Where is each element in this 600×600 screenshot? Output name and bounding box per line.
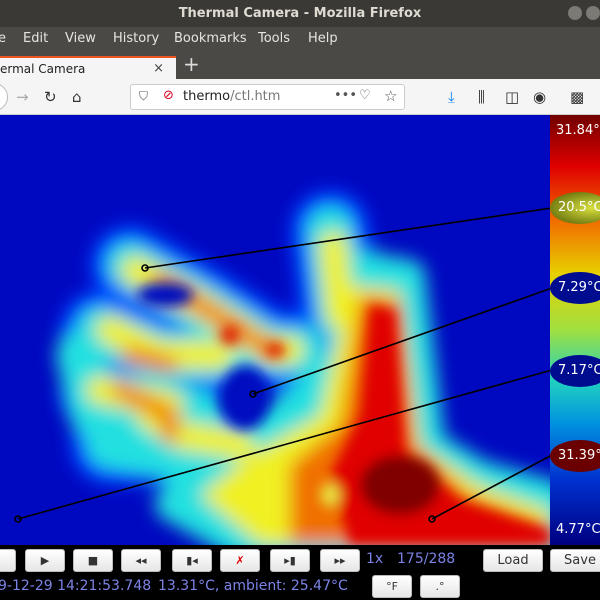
menu-file[interactable]: e xyxy=(0,31,6,46)
extension-gift-icon[interactable]: ▩ xyxy=(570,88,584,106)
temperature-reading: 13.31°C, ambient: 25.47°C xyxy=(158,578,348,594)
url-text[interactable]: thermo/ctl.htm xyxy=(183,89,280,104)
frame-counter: 175/288 xyxy=(397,551,456,567)
temperature-scale-bar: 31.84°C 4.77°C xyxy=(550,115,600,545)
rewind-button[interactable]: ◂◂ xyxy=(121,549,161,572)
reload-icon[interactable]: ↻ xyxy=(44,88,57,106)
maximize-button[interactable] xyxy=(586,6,600,20)
fast-forward-button[interactable]: ▸▸ xyxy=(320,549,360,572)
minimize-button[interactable] xyxy=(568,6,582,20)
menu-help[interactable]: Help xyxy=(308,31,338,46)
skip-back-button[interactable]: ▮◂ xyxy=(172,549,212,572)
url-host: thermo xyxy=(183,89,231,104)
menu-tools[interactable]: Tools xyxy=(258,31,290,46)
play-button[interactable]: ▶ xyxy=(25,549,65,572)
load-button[interactable]: Load xyxy=(483,549,543,572)
insecure-lock-icon: ⊘ xyxy=(163,88,174,103)
tab-bar: ermal Camera × xyxy=(0,50,600,79)
home-icon[interactable]: ⌂ xyxy=(72,88,82,106)
url-path: /ctl.htm xyxy=(230,89,281,104)
thermal-image[interactable] xyxy=(0,115,550,545)
fahrenheit-toggle-button[interactable]: °F xyxy=(372,575,412,598)
bookmark-star-icon[interactable]: ☆ xyxy=(384,87,397,105)
tab-title: ermal Camera xyxy=(0,62,86,76)
scale-max-label: 31.84°C xyxy=(556,123,600,138)
navigation-bar: → ↻ ⌂ ⛉ ⊘ thermo/ctl.htm ••• ♡ ☆ ⤓ ⫼ ◫ ◉… xyxy=(0,79,600,115)
timestamp: 9-12-29 14:21:53.748 xyxy=(0,578,152,594)
playback-controls: ▶ ■ ◂◂ ▮◂ ✗ ▸▮ ▸▸ 1x 175/288 Load Save 9… xyxy=(0,545,600,600)
save-button[interactable]: Save xyxy=(550,549,600,572)
decimal-toggle-button[interactable]: .° xyxy=(420,575,460,598)
window-title-bar: Thermal Camera - Mozilla Firefox xyxy=(0,0,600,27)
menu-edit[interactable]: Edit xyxy=(23,31,48,46)
page-actions-icon[interactable]: ••• xyxy=(334,88,357,103)
stop-button[interactable]: ■ xyxy=(73,549,113,572)
thermal-heatmap[interactable] xyxy=(0,115,550,545)
tab-thermal-camera[interactable]: ermal Camera × xyxy=(0,56,176,79)
menu-bar: e Edit View History Bookmarks Tools Help xyxy=(0,27,600,50)
window-title: Thermal Camera - Mozilla Firefox xyxy=(178,6,422,21)
close-tab-icon[interactable]: × xyxy=(153,61,164,76)
delete-button[interactable]: ✗ xyxy=(220,549,260,572)
menu-history[interactable]: History xyxy=(113,31,159,46)
url-bar[interactable]: ⛉ ⊘ thermo/ctl.htm ••• ♡ ☆ xyxy=(130,84,405,110)
speed-label: 1x xyxy=(366,551,384,567)
forward-arrow-icon[interactable]: → xyxy=(16,88,29,106)
step-forward-button[interactable]: ▸▮ xyxy=(270,549,310,572)
menu-bookmarks[interactable]: Bookmarks xyxy=(174,31,247,46)
new-tab-button[interactable]: + xyxy=(183,50,200,78)
record-button[interactable] xyxy=(0,549,16,572)
download-icon[interactable]: ⤓ xyxy=(448,88,455,106)
menu-view[interactable]: View xyxy=(65,31,96,46)
scale-min-label: 4.77°C xyxy=(556,522,600,537)
sidebar-icon[interactable]: ◫ xyxy=(505,88,519,106)
back-button[interactable] xyxy=(0,83,8,111)
shield-icon[interactable]: ⛉ xyxy=(139,89,148,104)
library-icon[interactable]: ⫼ xyxy=(478,88,485,106)
account-icon[interactable]: ◉ xyxy=(533,88,546,106)
pocket-icon[interactable]: ♡ xyxy=(359,88,371,103)
